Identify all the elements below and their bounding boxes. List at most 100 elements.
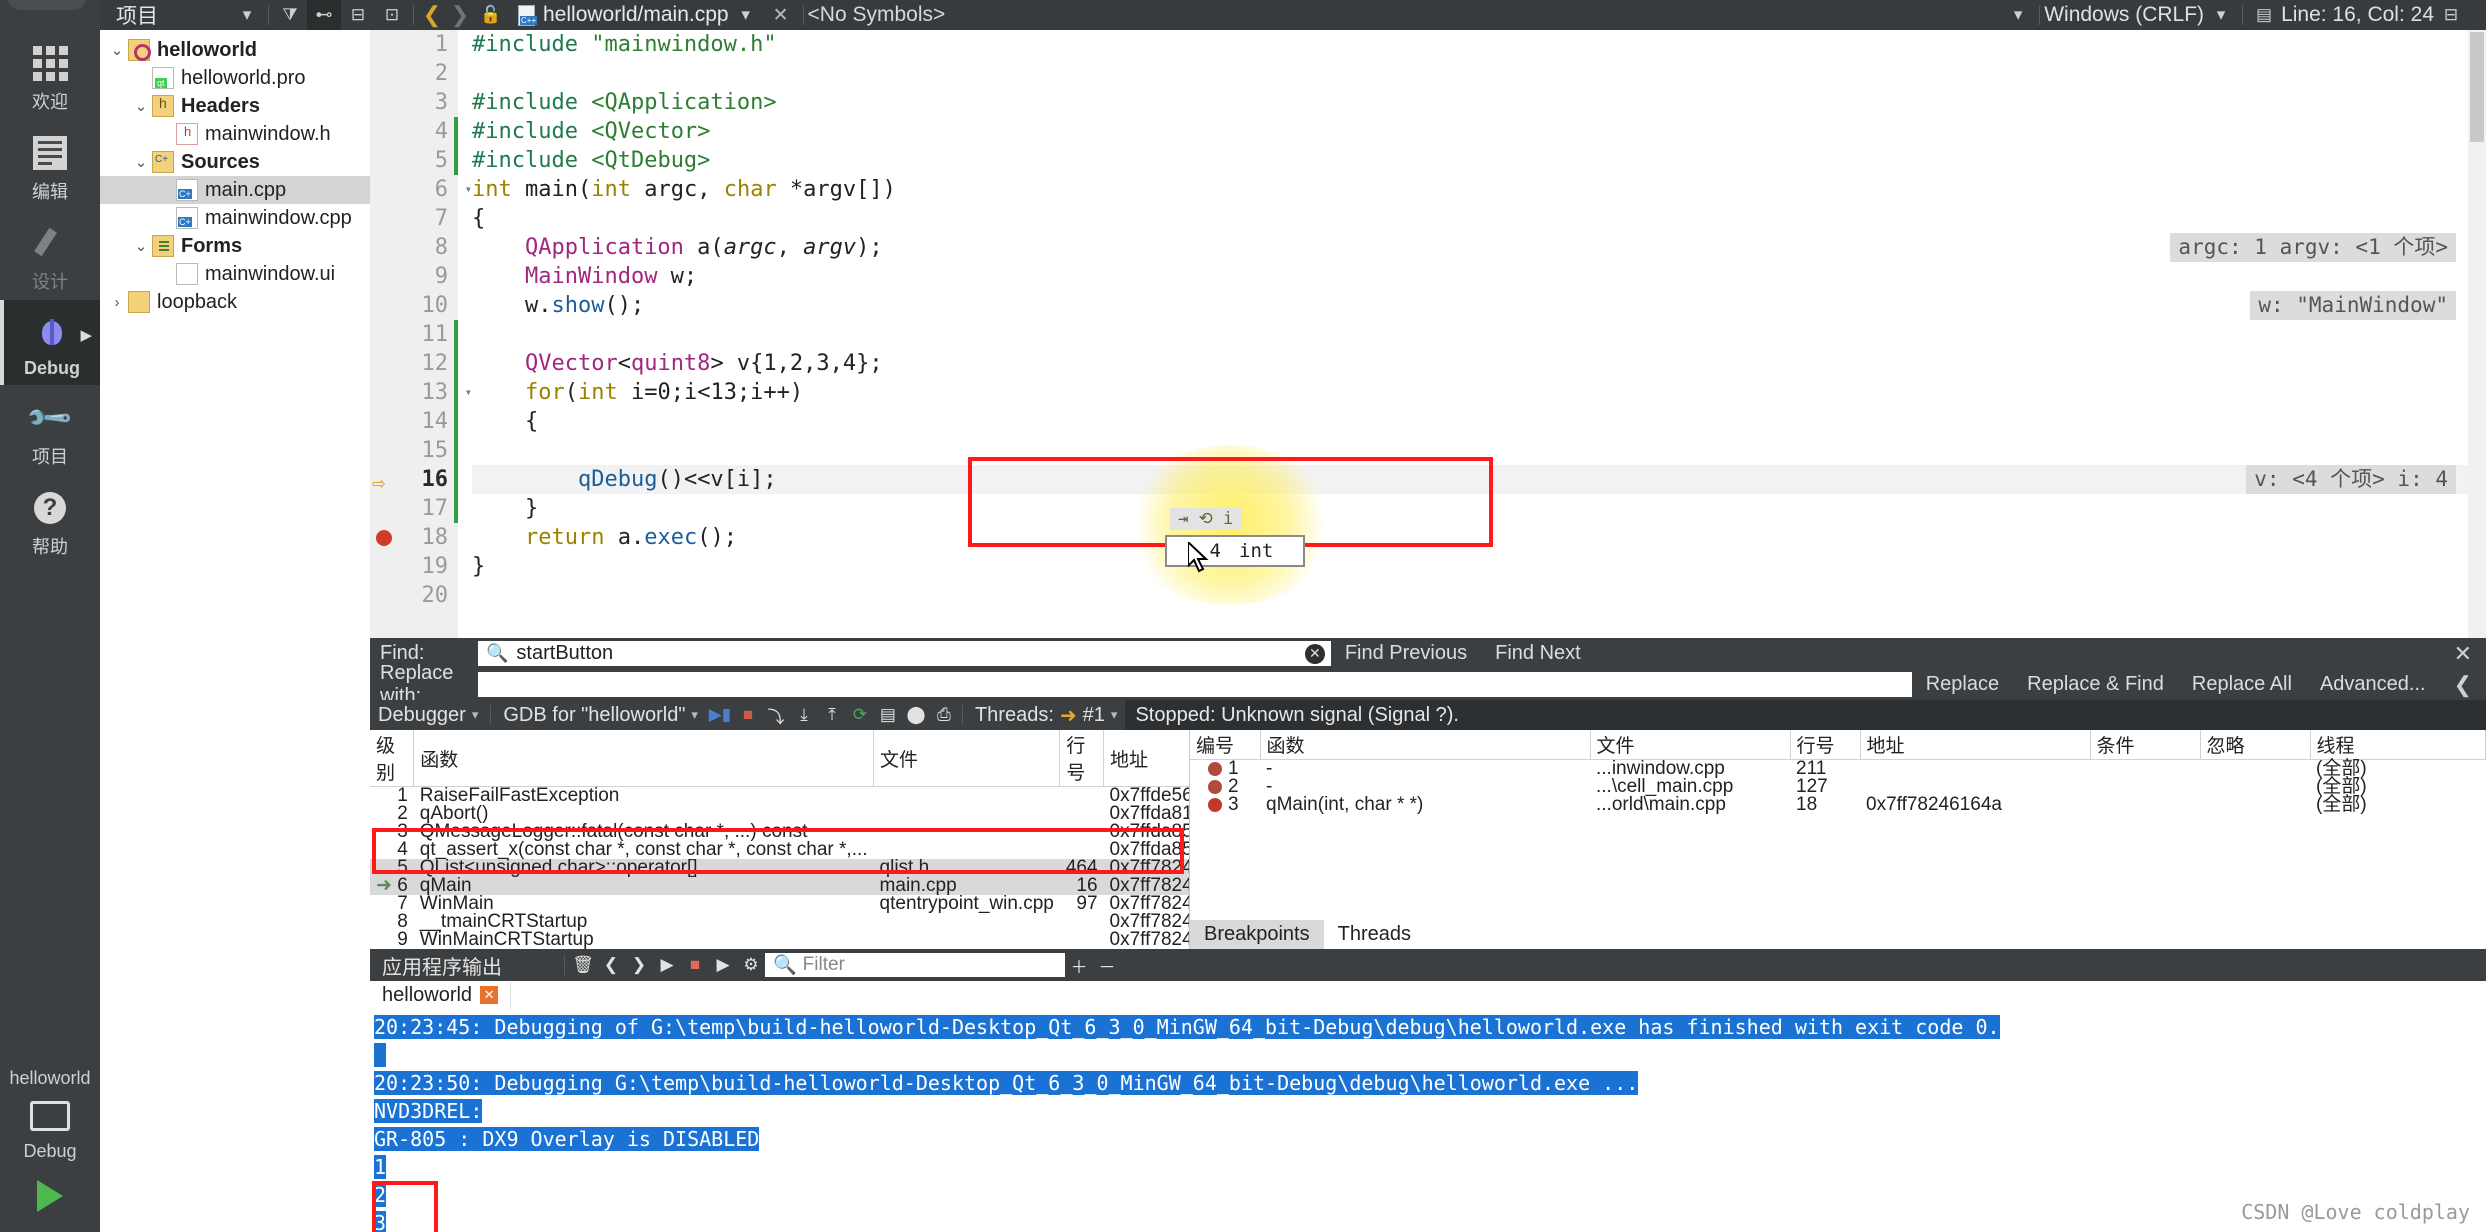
encoding-dropdown-icon[interactable]: ▾ [2001, 0, 2035, 30]
mode-projects[interactable]: 🔧 项目 [0, 385, 100, 475]
breakpoint-row[interactable]: 3 qMain(int, char * *) ...orld\main.cpp 18 0… [1190, 795, 2486, 814]
step-into-icon[interactable]: ⤓ [790, 703, 818, 727]
continue-icon[interactable]: ▶▮ [706, 703, 734, 727]
gutter-line-14[interactable]: 14 [370, 407, 458, 436]
code-editor[interactable]: 1 2 3 4 5 6 ▾ 7 8 9 10 11 12 13 ▾ 14 15 16 ⇨ 17 18 19 20 #incl… [370, 30, 2486, 638]
bp-col-0[interactable]: 编号 [1190, 730, 1261, 760]
tree-item-helloworld-pro[interactable]: helloworld.pro [100, 64, 370, 92]
breakpoint-row[interactable]: 1- ...inwindow.cpp 211 (全部) [1190, 759, 2486, 779]
breakpoints-table[interactable]: 编号 函数 文件 行号 地址 条件 忽略 线程 1- ...inwindow.cpp 211 (全部… [1190, 730, 2486, 814]
link-icon[interactable]: ⊷ [307, 0, 341, 30]
chevron-down-icon[interactable]: ⌄ [130, 97, 152, 115]
gutter-line-13[interactable]: 13 ▾ [370, 378, 473, 407]
gutter-line-3[interactable]: 3 [370, 88, 458, 117]
replace-button[interactable]: Replace [1912, 673, 2013, 696]
restart-icon[interactable]: ⟳ [846, 703, 874, 727]
replace-input[interactable] [478, 672, 1912, 697]
encoding-chevron-icon[interactable]: ▾ [2204, 0, 2238, 30]
chevron-down-icon[interactable]: ⌄ [106, 41, 128, 59]
replace-and-find-button[interactable]: Replace & Find [2013, 673, 2178, 696]
project-tree[interactable]: ⌄ helloworld helloworld.pro ⌄ Headers mainwin… [100, 30, 370, 1232]
find-collapse-icon[interactable]: ❮ [2440, 672, 2486, 698]
tree-item-headers[interactable]: ⌄ Headers [100, 92, 370, 120]
close-icon[interactable]: ✕ [480, 986, 499, 1004]
thread-selector[interactable]: Threads: ➜ #1 ▾ [967, 703, 1125, 728]
tree-item-helloworld[interactable]: ⌄ helloworld [100, 36, 370, 64]
prev-icon[interactable]: ❮ [597, 953, 625, 977]
bp-col-7[interactable]: 线程 [2310, 730, 2486, 760]
rerun-icon[interactable]: ▶ [709, 953, 737, 977]
debugger-config-selector[interactable]: GDB for "helloworld" ▾ [495, 704, 706, 727]
gutter-line-17[interactable]: 17 [370, 494, 458, 523]
close-split-icon[interactable]: ⊡ [375, 0, 409, 30]
gear-icon[interactable]: ⚙ [737, 953, 765, 977]
find-previous-button[interactable]: Find Previous [1331, 642, 1481, 665]
symbol-selector[interactable]: <No Symbols> [808, 3, 946, 27]
mode-debug-run-arrow-icon[interactable]: ▶ [80, 326, 92, 344]
snapshot-icon[interactable]: ⎙ [930, 703, 958, 727]
bp-col-5[interactable]: 条件 [2090, 730, 2201, 760]
forward-arrow-icon[interactable]: ❯ [446, 2, 474, 28]
stack-col-4[interactable]: 地址 [1103, 730, 1189, 787]
stop-icon[interactable]: ■ [681, 953, 709, 977]
plus-icon[interactable]: ＋ [1065, 953, 1093, 977]
back-arrow-icon[interactable]: ❮ [418, 2, 446, 28]
code-line-9[interactable]: MainWindow w; [472, 262, 2486, 291]
gutter-line-6[interactable]: 6 ▾ [370, 175, 472, 204]
stack-row[interactable]: 1RaiseFailFastException0x7ffde56eb382 [370, 786, 1189, 806]
mode-help[interactable]: ? 帮助 [0, 475, 100, 565]
gutter-line-1[interactable]: 1 [370, 30, 458, 59]
code-text-area[interactable]: #include "mainwindow.h" #include <QAppli… [458, 30, 2486, 638]
stack-col-1[interactable]: 函数 [413, 730, 875, 787]
step-out-icon[interactable]: ⤒ [818, 703, 846, 727]
stack-row[interactable]: 9 WinMainCRTStartup 0x7ff7824614c6 [370, 930, 1189, 949]
gutter-line-15[interactable]: 15 [370, 436, 458, 465]
replace-all-button[interactable]: Replace All [2178, 673, 2306, 696]
find-input[interactable]: 🔍 startButton ✕ [478, 641, 1331, 666]
record-icon[interactable]: ⬤ [902, 703, 930, 727]
gutter-line-18[interactable]: 18 [370, 523, 458, 552]
gutter-line-19[interactable]: 19 [370, 552, 458, 581]
code-line-13[interactable]: for(int i=0;i<13;i++) [472, 378, 2486, 407]
stop-icon[interactable]: ■ [734, 703, 762, 727]
gutter-line-4[interactable]: 4 [370, 117, 458, 146]
output-filter-input[interactable]: 🔍 Filter [765, 953, 1065, 977]
mode-debug[interactable]: ▶ Debug [0, 300, 100, 385]
instruction-view-icon[interactable]: ▤ [874, 703, 902, 727]
advanced-button[interactable]: Advanced... [2306, 673, 2440, 696]
bp-col-2[interactable]: 文件 [1590, 730, 1791, 760]
gutter-line-12[interactable]: 12 [370, 349, 458, 378]
gutter-line-20[interactable]: 20 [370, 581, 458, 610]
code-line-3[interactable]: #include <QApplication> [472, 88, 2486, 117]
file-dropdown-icon[interactable]: ▾ [729, 0, 763, 30]
stack-col-0[interactable]: 级别 [370, 730, 415, 787]
chevron-down-icon[interactable]: ⌄ [130, 153, 152, 171]
bp-col-4[interactable]: 地址 [1860, 730, 2091, 760]
code-line-5[interactable]: #include <QtDebug> [472, 146, 2486, 175]
tree-item-sources[interactable]: ⌄ Sources [100, 148, 370, 176]
unlock-icon[interactable]: 🔓 [474, 0, 508, 30]
debug-mini-toolbar[interactable]: ⇥ ⟲ i [1170, 508, 1242, 530]
editor-gutter[interactable]: 1 2 3 4 5 6 ▾ 7 8 9 10 11 12 13 ▾ 14 15 16 ⇨ 17 18 19 20 [370, 30, 473, 638]
tree-item-mainwindow-cpp[interactable]: mainwindow.cpp [100, 204, 370, 232]
editor-vertical-scrollbar[interactable] [2468, 30, 2486, 638]
code-line-1[interactable]: #include "mainwindow.h" [472, 30, 2486, 59]
tree-item-loopback[interactable]: › loopback [100, 288, 370, 316]
clear-icon[interactable]: 🗑 [569, 953, 597, 977]
code-line-14[interactable]: { [472, 407, 2486, 436]
chevron-down-icon[interactable]: ▾ [472, 707, 479, 723]
split-editor-icon[interactable]: ⊟ [2434, 0, 2468, 30]
tab-breakpoints[interactable]: Breakpoints [1190, 920, 1324, 949]
close-find-icon[interactable]: ✕ [2440, 641, 2486, 667]
code-line-19[interactable]: } [472, 552, 2486, 581]
chevron-down-icon[interactable]: ▾ [691, 707, 698, 723]
debugger-label[interactable]: Debugger ▾ [370, 704, 486, 727]
gutter-line-10[interactable]: 10 [370, 291, 458, 320]
line-ending-icon[interactable]: ▤ [2247, 0, 2281, 30]
bp-col-1[interactable]: 函数 [1260, 730, 1591, 760]
tab-threads[interactable]: Threads [1324, 920, 1425, 949]
chevron-down-icon[interactable]: ▾ [1111, 707, 1118, 723]
minus-icon[interactable]: － [1093, 953, 1121, 977]
run-button[interactable] [0, 1168, 100, 1232]
code-line-17[interactable]: } [472, 494, 2486, 523]
